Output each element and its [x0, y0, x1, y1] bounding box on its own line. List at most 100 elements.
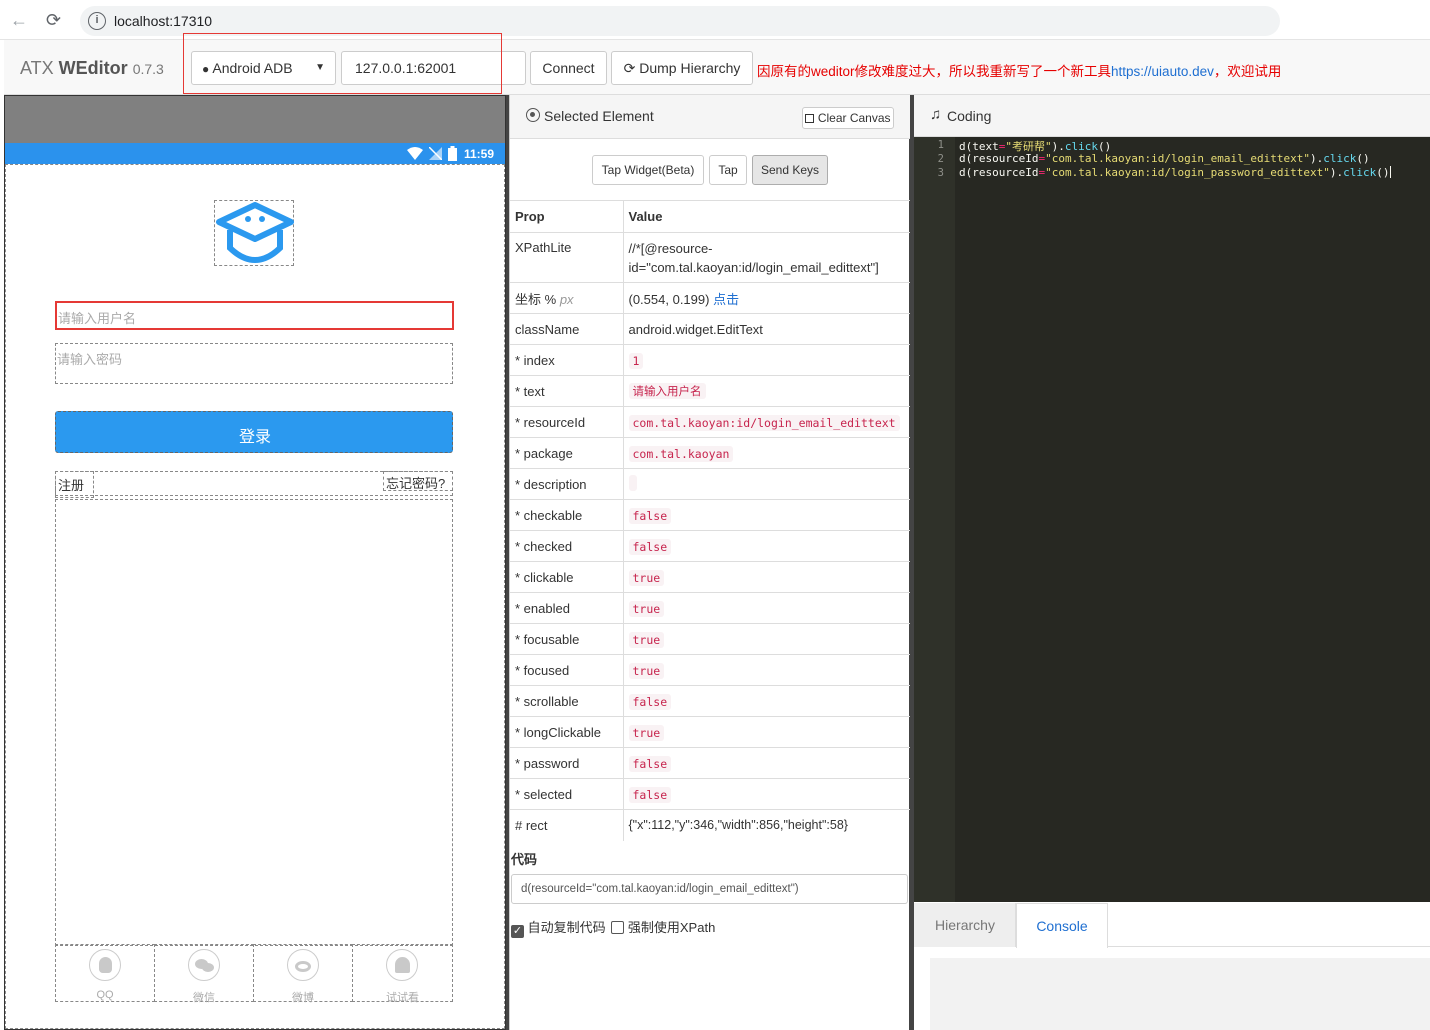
prop-key: * clickable [510, 561, 624, 593]
app-logo[interactable] [214, 200, 294, 266]
send-keys-label: Send Keys [760, 163, 820, 177]
notice-message: 因原有的weditor修改难度过大，所以我重新写了一个新工具 [757, 64, 1112, 79]
auto-copy-label: 自动复制代码 [527, 920, 606, 935]
dump-hierarchy-button[interactable]: ⟳ Dump Hierarchy [611, 51, 753, 85]
notice-link[interactable]: https://uiauto.dev [1111, 64, 1214, 79]
table-row: className android.widget.EditText [510, 313, 910, 345]
connect-button[interactable]: Connect [530, 51, 607, 85]
xpath-value[interactable]: //*[@resource-id="com.tal.kaoyan:id/logi… [623, 232, 910, 283]
prop-value-cell: com.tal.kaoyan [623, 437, 910, 469]
code-editor[interactable]: 1 2 3 d(text="考研帮").click() d(resourceId… [914, 137, 1430, 902]
coord-click-link[interactable]: 点击 [713, 292, 739, 307]
force-xpath-label: 强制使用XPath [627, 920, 716, 935]
properties-table: Prop Value XPathLite //*[@resource-id="c… [510, 200, 910, 841]
prop-value: false [628, 786, 672, 803]
table-row: * enabled true [510, 592, 910, 624]
prop-key: * password [510, 747, 624, 779]
table-row: * scrollable false [510, 685, 910, 717]
device-top-bar [5, 96, 505, 143]
prop-value-cell: true [623, 561, 910, 593]
prop-value-cell: false [623, 530, 910, 562]
status-time: 11:59 [464, 147, 495, 161]
coord-value: (0.554, 0.199) [628, 291, 710, 307]
table-row: * selected false [510, 778, 910, 810]
address-bar[interactable]: i localhost:17310 [80, 6, 1280, 36]
prop-value-cell: 1 [623, 344, 910, 376]
forgot-password-link[interactable]: 忘记密码? [383, 471, 453, 491]
prop-value: 请输入用户名 [628, 383, 706, 399]
coord-unit-px[interactable]: px [560, 292, 574, 307]
prop-value: true [628, 600, 665, 617]
reload-icon[interactable]: ⟳ [46, 10, 61, 31]
username-placeholder: 请输入用户名 [58, 311, 137, 326]
tap-widget-label: Tap Widget(Beta) [601, 163, 695, 177]
table-row: * focused true [510, 654, 910, 686]
graduation-cap-icon [216, 202, 294, 263]
music-icon: ♫ [930, 106, 942, 123]
signal-icon [429, 147, 442, 160]
table-row: # rect {"x":112,"y":346,"width":856,"hei… [510, 809, 910, 841]
tap-button[interactable]: Tap [709, 155, 747, 185]
coord-key: 坐标 [515, 291, 542, 307]
notice-text: 因原有的weditor修改难度过大，所以我重新写了一个新工具https://ui… [757, 60, 1281, 80]
social-qq[interactable]: QQ [55, 944, 155, 1002]
clear-canvas-label: Clear Canvas [817, 111, 891, 125]
register-link[interactable]: 注册 [55, 471, 94, 498]
social-wechat[interactable]: 微信 [154, 944, 254, 1004]
tap-widget-button[interactable]: Tap Widget(Beta) [592, 155, 704, 185]
username-field[interactable]: 请输入用户名 [55, 301, 454, 330]
prop-key: XPathLite [510, 232, 624, 283]
prop-value-cell: false [623, 499, 910, 531]
prop-value-cell: true [623, 592, 910, 624]
coding-title: Coding [947, 108, 992, 124]
prop-value: com.tal.kaoyan [628, 445, 734, 462]
prop-value: 1 [628, 352, 644, 369]
wifi-icon [407, 147, 423, 160]
table-row: * checked false [510, 530, 910, 562]
classname-value: android.widget.EditText [623, 313, 910, 345]
prop-value: true [628, 631, 665, 648]
table-row: * focusable true [510, 623, 910, 655]
tab-hierarchy[interactable]: Hierarchy [914, 903, 1016, 947]
selected-element-panel: Selected Element Clear Canvas Tap Widget… [509, 95, 910, 1030]
tap-label: Tap [718, 163, 738, 177]
register-label: 注册 [58, 478, 85, 493]
code-line-text: d(resourceId="com.tal.kaoyan:id/login_pa… [959, 166, 1390, 179]
clear-canvas-button[interactable]: Clear Canvas [802, 107, 894, 129]
code-input[interactable]: d(resourceId="com.tal.kaoyan:id/login_em… [511, 874, 908, 904]
auto-copy-checkbox[interactable]: ✓ [511, 925, 524, 938]
prop-key: * resourceId [510, 406, 624, 438]
prop-key: # rect [510, 809, 624, 841]
text-cursor [1389, 166, 1391, 178]
password-field[interactable]: 请输入密码 [55, 343, 453, 384]
table-row: * index 1 [510, 344, 910, 376]
prop-value: false [628, 693, 672, 710]
send-keys-button[interactable]: Send Keys [752, 155, 828, 185]
device-screen[interactable]: 11:59 请输入用户名 请输入密码 登录 注册 忘记密码? QQ 微信 微博 … [4, 95, 506, 1030]
prop-value-cell: com.tal.kaoyan:id/login_email_edittext [623, 406, 910, 438]
app-version: 0.7.3 [132, 61, 164, 77]
social-qq-label: QQ [96, 989, 114, 1001]
coord-unit-percent[interactable]: % [545, 292, 557, 307]
rect-value: {"x":112,"y":346,"width":856,"height":58… [623, 809, 910, 841]
prop-value-cell: false [623, 778, 910, 810]
refresh-icon: ⟳ [623, 60, 636, 76]
prop-value: false [628, 507, 672, 524]
prop-value: false [628, 538, 672, 555]
back-arrow-icon[interactable]: ← [10, 10, 28, 31]
login-button[interactable]: 登录 [55, 411, 453, 453]
prop-value-cell [623, 468, 910, 500]
prop-value: true [628, 662, 665, 679]
options-row: ✓ 自动复制代码 强制使用XPath [511, 917, 715, 938]
table-row: XPathLite //*[@resource-id="com.tal.kaoy… [510, 232, 910, 283]
content-area [55, 499, 453, 946]
site-info-icon[interactable]: i [88, 12, 106, 30]
social-weibo[interactable]: 微博 [253, 944, 353, 1004]
header-value: Value [623, 200, 910, 233]
login-label: 登录 [238, 429, 271, 446]
prop-key: * enabled [510, 592, 624, 624]
social-try[interactable]: 试试看 [352, 944, 453, 1004]
ghost-icon [386, 949, 418, 981]
tab-console[interactable]: Console [1016, 903, 1108, 948]
force-xpath-checkbox[interactable] [611, 921, 625, 934]
